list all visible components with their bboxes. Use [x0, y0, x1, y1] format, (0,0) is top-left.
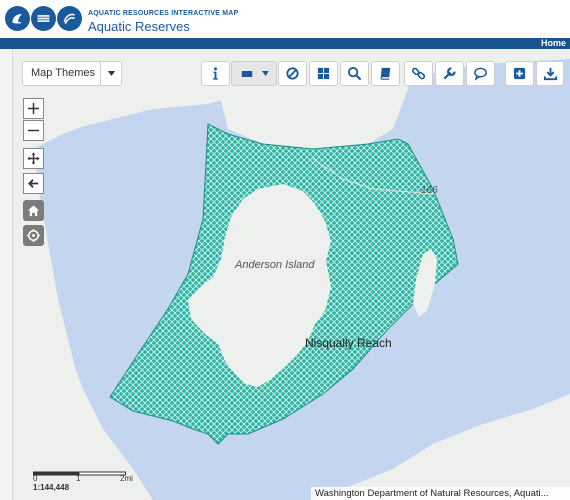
home-icon [27, 205, 40, 217]
zoom-in-button[interactable] [23, 98, 44, 119]
map-themes-dropdown[interactable]: Map Themes [22, 61, 122, 86]
shell-logo-icon [5, 6, 30, 31]
map-themes-label: Map Themes [31, 67, 95, 79]
scale-tick-1: 1 [76, 474, 81, 483]
route-label: 166 [421, 185, 438, 196]
locate-button[interactable] [23, 225, 44, 246]
identify-button[interactable] [201, 61, 230, 86]
info-icon [213, 67, 218, 80]
pan-button[interactable] [23, 148, 44, 169]
add-icon [513, 67, 526, 80]
share-link-button[interactable] [404, 61, 433, 86]
download-button[interactable] [536, 61, 564, 86]
tools-button[interactable] [435, 61, 464, 86]
reach-label: Nisqually Reach [305, 336, 392, 350]
zoom-out-button[interactable] [23, 120, 44, 141]
clear-selection-button[interactable] [278, 61, 307, 86]
side-panel-handle[interactable] [0, 49, 13, 500]
minus-icon [27, 129, 40, 132]
plus-icon [27, 102, 40, 115]
bookmark-icon [380, 67, 391, 80]
map-view[interactable]: 166 Anderson Island Nisqually Reach [13, 49, 570, 500]
tools-wrench-icon [443, 67, 456, 80]
island-label: Anderson Island [235, 259, 315, 271]
scale-tick-2: 2mi [120, 474, 133, 483]
map-attribution: Washington Department of Natural Resourc… [311, 487, 570, 500]
move-arrows-icon [27, 152, 40, 165]
app-header: AQUATIC RESOURCES INTERACTIVE MAP Aquati… [0, 0, 570, 38]
home-link[interactable]: Home [541, 38, 566, 49]
chevron-down-icon[interactable] [100, 62, 121, 85]
scale-ratio: 1:144,448 [33, 483, 70, 492]
rectangle-select-icon [241, 70, 252, 77]
bookmarks-button[interactable] [371, 61, 400, 86]
app-super-title: AQUATIC RESOURCES INTERACTIVE MAP [88, 10, 239, 17]
scale-bar-graphic [33, 471, 126, 476]
app-title: Aquatic Reserves [88, 19, 190, 34]
map-canvas [13, 49, 570, 500]
nav-bar: Home [0, 38, 570, 49]
feedback-button[interactable] [466, 61, 495, 86]
comment-icon [474, 67, 487, 81]
clear-selection-icon [286, 67, 299, 80]
scale-tick-0: 0 [33, 474, 38, 483]
select-rectangle-button[interactable] [231, 61, 277, 86]
wave-logo-icon [57, 6, 82, 31]
fish-logo-icon [31, 6, 56, 31]
arrow-left-icon [28, 179, 39, 188]
search-icon [347, 66, 362, 81]
link-icon [411, 67, 426, 80]
layers-button[interactable] [309, 61, 338, 86]
crosshair-icon [26, 228, 41, 243]
layers-grid-icon [317, 67, 330, 80]
scale-bar: 0 1 2mi 1:144,448 [33, 466, 133, 492]
back-button[interactable] [23, 173, 44, 194]
chevron-down-icon [261, 71, 269, 76]
search-button[interactable] [340, 61, 369, 86]
download-icon [543, 67, 557, 81]
home-extent-button[interactable] [23, 200, 44, 221]
add-data-button[interactable] [505, 61, 534, 86]
